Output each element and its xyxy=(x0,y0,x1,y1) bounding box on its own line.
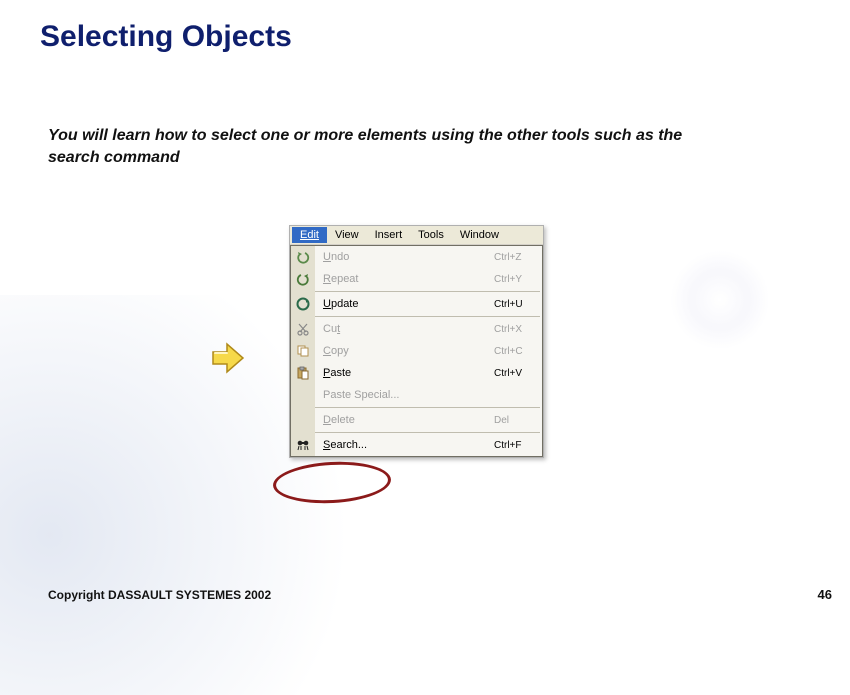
shortcut-search: Ctrl+F xyxy=(494,440,542,451)
search-icon xyxy=(291,434,315,456)
menubar-view[interactable]: View xyxy=(327,227,367,243)
shortcut-paste: Ctrl+V xyxy=(494,368,542,379)
shortcut-update: Ctrl+U xyxy=(494,299,542,310)
copy-icon xyxy=(291,340,315,362)
copyright: Copyright DASSAULT SYSTEMES 2002 xyxy=(48,588,271,602)
paste-icon xyxy=(291,362,315,384)
menubar: Edit View Insert Tools Window xyxy=(290,226,543,245)
shortcut-undo: Ctrl+Z xyxy=(494,252,542,263)
menu-item-paste[interactable]: Paste Ctrl+V xyxy=(291,362,542,384)
arrow-icon xyxy=(205,336,249,380)
page-subtitle: You will learn how to select one or more… xyxy=(48,125,688,168)
highlight-circle xyxy=(272,459,392,506)
menu-item-repeat[interactable]: Repeat Ctrl+Y xyxy=(291,268,542,290)
menu-item-cut[interactable]: Cut Ctrl+X xyxy=(291,318,542,340)
menu-item-paste-special[interactable]: Paste Special... xyxy=(291,384,542,406)
cut-icon xyxy=(291,318,315,340)
dropdown: Undo Ctrl+Z Repeat Ctrl+Y Update Ctrl+U … xyxy=(290,245,543,457)
menubar-window[interactable]: Window xyxy=(452,227,507,243)
page-title: Selecting Objects xyxy=(40,20,292,54)
menubar-edit[interactable]: Edit xyxy=(292,227,327,243)
shortcut-cut: Ctrl+X xyxy=(494,324,542,335)
repeat-icon xyxy=(291,268,315,290)
edit-menu: Edit View Insert Tools Window Undo Ctrl+… xyxy=(289,225,544,458)
menubar-tools[interactable]: Tools xyxy=(410,227,452,243)
shortcut-copy: Ctrl+C xyxy=(494,346,542,357)
menu-item-search[interactable]: Search... Ctrl+F xyxy=(291,434,542,456)
page-number: 46 xyxy=(818,587,832,602)
undo-icon xyxy=(291,246,315,268)
update-icon xyxy=(291,293,315,315)
shortcut-delete: Del xyxy=(494,415,542,426)
menu-item-copy[interactable]: Copy Ctrl+C xyxy=(291,340,542,362)
blank-icon xyxy=(291,409,315,431)
menu-item-undo[interactable]: Undo Ctrl+Z xyxy=(291,246,542,268)
menu-item-delete[interactable]: Delete Del xyxy=(291,409,542,431)
background-glow-2 xyxy=(670,250,770,350)
menu-item-update[interactable]: Update Ctrl+U xyxy=(291,293,542,315)
blank-icon xyxy=(291,384,315,406)
shortcut-repeat: Ctrl+Y xyxy=(494,274,542,285)
menubar-insert[interactable]: Insert xyxy=(367,227,411,243)
